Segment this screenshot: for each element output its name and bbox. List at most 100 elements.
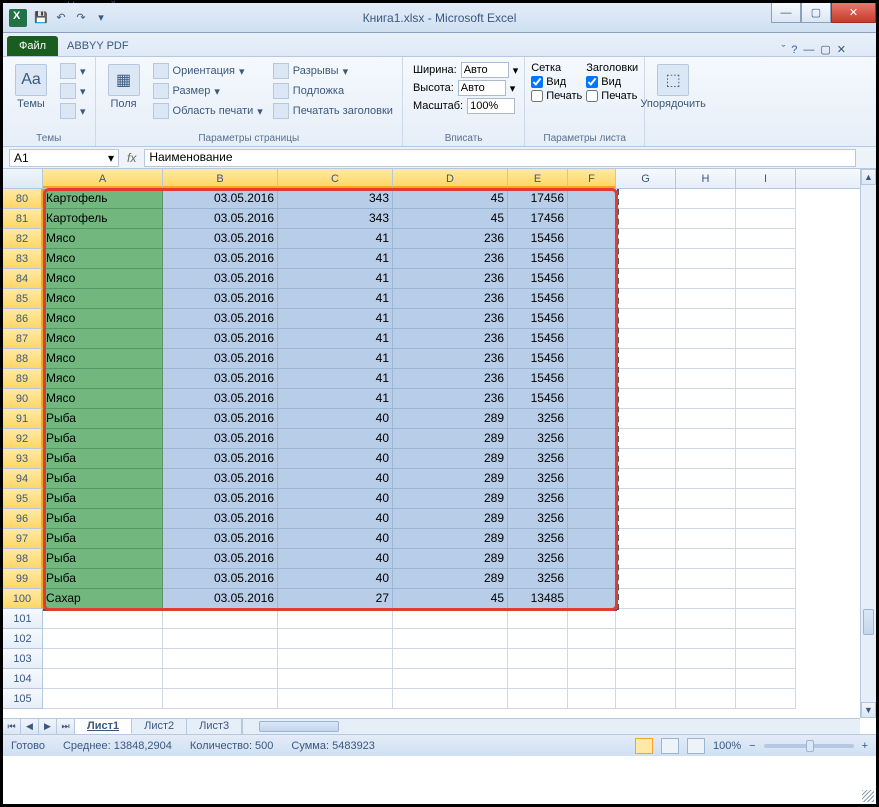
cell[interactable]: 3256 bbox=[508, 549, 568, 569]
cell[interactable]: 40 bbox=[278, 569, 393, 589]
cell[interactable]: Мясо bbox=[43, 269, 163, 289]
cell[interactable] bbox=[676, 569, 736, 589]
row-header[interactable]: 88 bbox=[3, 349, 43, 369]
cell[interactable]: 236 bbox=[393, 229, 508, 249]
cell[interactable] bbox=[676, 409, 736, 429]
row-header[interactable]: 90 bbox=[3, 389, 43, 409]
cell[interactable] bbox=[568, 469, 616, 489]
cell[interactable] bbox=[736, 349, 796, 369]
cell[interactable] bbox=[278, 629, 393, 649]
breaks-button[interactable]: Разрывы ▾ bbox=[270, 62, 396, 80]
cell[interactable]: 40 bbox=[278, 449, 393, 469]
cell[interactable] bbox=[508, 649, 568, 669]
cell[interactable]: 03.05.2016 bbox=[163, 529, 278, 549]
sheet-nav-next[interactable]: ▶ bbox=[39, 719, 57, 734]
cell[interactable] bbox=[676, 349, 736, 369]
cell[interactable] bbox=[616, 349, 676, 369]
cell[interactable]: Картофель bbox=[43, 209, 163, 229]
cell[interactable] bbox=[568, 349, 616, 369]
cell[interactable]: 3256 bbox=[508, 569, 568, 589]
cell[interactable]: 03.05.2016 bbox=[163, 309, 278, 329]
cell[interactable] bbox=[616, 629, 676, 649]
cell[interactable]: 03.05.2016 bbox=[163, 589, 278, 609]
row-header[interactable]: 87 bbox=[3, 329, 43, 349]
cell[interactable]: 15456 bbox=[508, 329, 568, 349]
cell[interactable] bbox=[568, 549, 616, 569]
cell[interactable] bbox=[568, 649, 616, 669]
orientation-button[interactable]: Ориентация ▾ bbox=[150, 62, 266, 80]
themes-button[interactable]: Aa Темы bbox=[9, 60, 53, 131]
cell[interactable] bbox=[616, 509, 676, 529]
cell[interactable] bbox=[568, 409, 616, 429]
cell[interactable]: 236 bbox=[393, 329, 508, 349]
row-header[interactable]: 93 bbox=[3, 449, 43, 469]
cell[interactable] bbox=[676, 589, 736, 609]
margins-button[interactable]: ▦ Поля bbox=[102, 60, 146, 131]
row-header[interactable]: 99 bbox=[3, 569, 43, 589]
fx-button[interactable]: fx bbox=[119, 151, 144, 165]
cell[interactable]: 3256 bbox=[508, 509, 568, 529]
name-box-dropdown-icon[interactable]: ▾ bbox=[108, 151, 114, 165]
save-icon[interactable]: 💾 bbox=[33, 10, 49, 26]
cell[interactable] bbox=[616, 469, 676, 489]
cell[interactable] bbox=[568, 689, 616, 709]
cell[interactable] bbox=[393, 609, 508, 629]
cell[interactable] bbox=[736, 649, 796, 669]
name-box[interactable]: A1▾ bbox=[9, 149, 119, 167]
sheet-tab-Лист3[interactable]: Лист3 bbox=[187, 719, 242, 734]
cell[interactable]: 41 bbox=[278, 369, 393, 389]
size-button[interactable]: Размер ▾ bbox=[150, 82, 266, 100]
headings-print-checkbox[interactable] bbox=[586, 90, 598, 102]
cell[interactable] bbox=[616, 449, 676, 469]
cell[interactable]: 17456 bbox=[508, 189, 568, 209]
cell[interactable]: 41 bbox=[278, 309, 393, 329]
cell[interactable] bbox=[568, 449, 616, 469]
cell[interactable]: 41 bbox=[278, 289, 393, 309]
cell[interactable] bbox=[616, 649, 676, 669]
cell[interactable] bbox=[393, 649, 508, 669]
redo-icon[interactable]: ↷ bbox=[73, 10, 89, 26]
cell[interactable] bbox=[163, 629, 278, 649]
hscroll-thumb[interactable] bbox=[259, 721, 339, 732]
cell[interactable] bbox=[736, 449, 796, 469]
arrange-button[interactable]: ⬚ Упорядочить bbox=[651, 60, 695, 142]
cell[interactable] bbox=[676, 249, 736, 269]
row-header[interactable]: 103 bbox=[3, 649, 43, 669]
cell[interactable]: 03.05.2016 bbox=[163, 349, 278, 369]
cell[interactable] bbox=[676, 329, 736, 349]
cell[interactable]: 40 bbox=[278, 489, 393, 509]
grid-body[interactable]: 80Картофель03.05.2016343451745681Картофе… bbox=[3, 189, 860, 718]
cell[interactable]: 03.05.2016 bbox=[163, 549, 278, 569]
row-header[interactable]: 86 bbox=[3, 309, 43, 329]
cell[interactable]: 289 bbox=[393, 449, 508, 469]
resize-grip[interactable] bbox=[862, 790, 874, 802]
undo-icon[interactable]: ↶ bbox=[53, 10, 69, 26]
cell[interactable] bbox=[568, 589, 616, 609]
cell[interactable] bbox=[568, 569, 616, 589]
cell[interactable]: 289 bbox=[393, 429, 508, 449]
scale-input[interactable] bbox=[467, 98, 515, 114]
cell[interactable]: Сахар bbox=[43, 589, 163, 609]
cell[interactable]: 03.05.2016 bbox=[163, 489, 278, 509]
cell[interactable]: 13485 bbox=[508, 589, 568, 609]
cell[interactable] bbox=[616, 669, 676, 689]
cell[interactable] bbox=[616, 369, 676, 389]
cell[interactable]: 343 bbox=[278, 189, 393, 209]
cell[interactable] bbox=[676, 449, 736, 469]
cell[interactable] bbox=[676, 489, 736, 509]
cell[interactable] bbox=[736, 669, 796, 689]
cell[interactable]: 03.05.2016 bbox=[163, 189, 278, 209]
column-header-C[interactable]: C bbox=[278, 169, 393, 188]
cell[interactable] bbox=[568, 269, 616, 289]
row-header[interactable]: 102 bbox=[3, 629, 43, 649]
row-header[interactable]: 91 bbox=[3, 409, 43, 429]
cell[interactable]: 03.05.2016 bbox=[163, 329, 278, 349]
cell[interactable] bbox=[736, 329, 796, 349]
cell[interactable]: 15456 bbox=[508, 289, 568, 309]
cell[interactable]: 15456 bbox=[508, 389, 568, 409]
cell[interactable]: 17456 bbox=[508, 209, 568, 229]
cell[interactable]: 03.05.2016 bbox=[163, 449, 278, 469]
cell[interactable]: Мясо bbox=[43, 369, 163, 389]
cell[interactable]: 03.05.2016 bbox=[163, 289, 278, 309]
cell[interactable]: 41 bbox=[278, 269, 393, 289]
